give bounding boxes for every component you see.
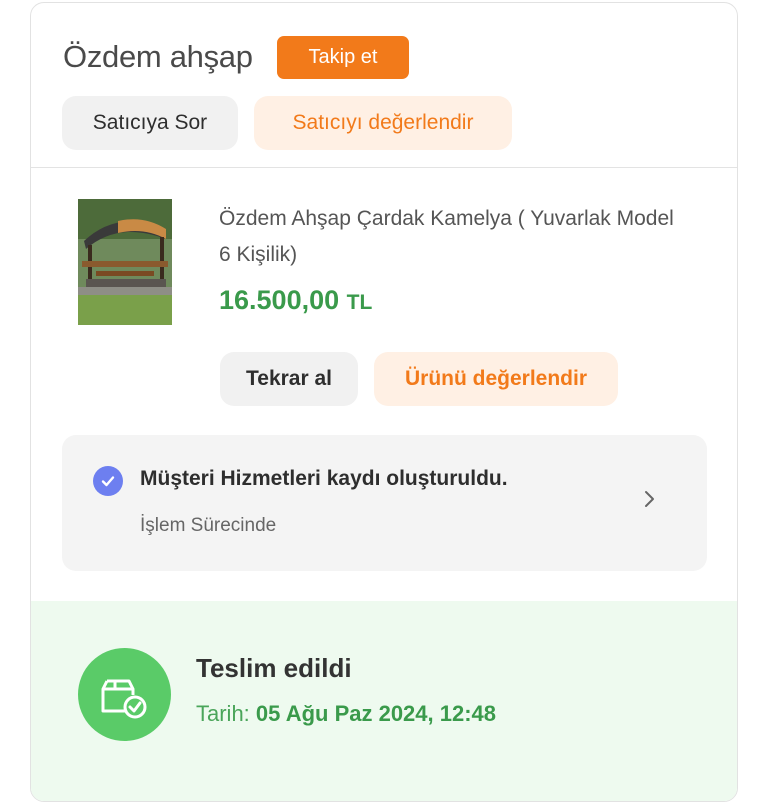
ask-seller-button[interactable]: Satıcıya Sor xyxy=(62,96,238,150)
delivery-date-label: Tarih: xyxy=(196,701,250,726)
chevron-right-icon[interactable] xyxy=(640,487,660,511)
rate-product-button[interactable]: Ürünü değerlendir xyxy=(374,352,618,406)
follow-button[interactable]: Takip et xyxy=(277,36,409,79)
product-price: 16.500,00 TL xyxy=(219,285,372,316)
check-circle-icon xyxy=(93,466,123,496)
rate-seller-button[interactable]: Satıcıyı değerlendir xyxy=(254,96,512,150)
seller-name[interactable]: Özdem ahşap xyxy=(63,39,253,75)
delivery-title: Teslim edildi xyxy=(196,653,352,683)
delivery-date-value: 05 Ağu Paz 2024, 12:48 xyxy=(255,701,497,726)
product-image xyxy=(78,199,172,325)
delivery-date: Tarih: 05 Ağu Paz 2024, 12:48 xyxy=(196,701,496,727)
product-title[interactable]: Özdem Ahşap Çardak Kamelya ( Yuvarlak Mo… xyxy=(219,201,689,273)
delivery-status-section: Teslim edildi Tarih: 05 Ağu Paz 2024, 12… xyxy=(31,601,737,801)
rebuy-button[interactable]: Tekrar al xyxy=(220,352,358,406)
price-currency: TL xyxy=(346,291,373,314)
product-thumbnail[interactable] xyxy=(78,199,172,325)
customer-service-status: İşlem Sürecinde xyxy=(140,515,277,536)
customer-service-record[interactable]: Müşteri Hizmetleri kaydı oluşturuldu. İş… xyxy=(62,435,707,571)
seller-section: Özdem ahşap Takip et Satıcıya Sor Satıcı… xyxy=(31,3,737,168)
package-delivered-icon xyxy=(78,648,171,741)
customer-service-title: Müşteri Hizmetleri kaydı oluşturuldu. xyxy=(140,467,508,490)
order-card: Özdem ahşap Takip et Satıcıya Sor Satıcı… xyxy=(30,2,738,802)
price-amount: 16.500,00 xyxy=(219,285,340,315)
